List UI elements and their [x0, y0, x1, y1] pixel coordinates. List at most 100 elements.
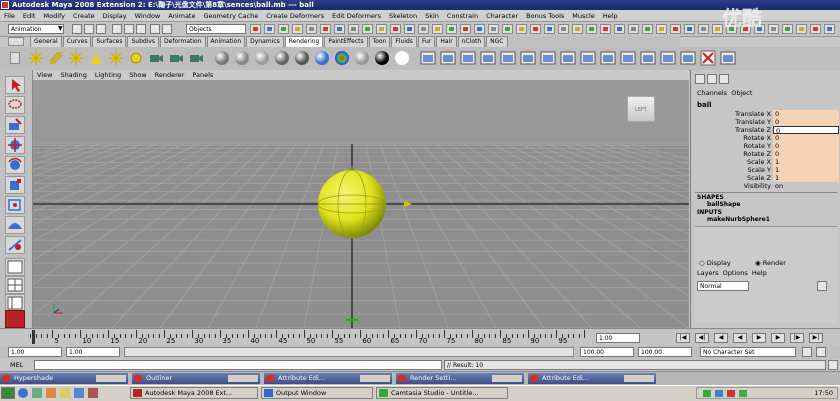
start-time-field[interactable]: 1.00 [8, 347, 62, 357]
status-tool-button-5[interactable] [320, 24, 331, 34]
lasso-tool-icon[interactable] [5, 96, 25, 114]
animation-prefs-button[interactable] [816, 347, 826, 357]
attribute-value[interactable]: 0 [773, 150, 839, 158]
status-tool-button-21[interactable] [544, 24, 555, 34]
shape-node-name[interactable]: ballShape [707, 201, 740, 208]
volume-icon[interactable] [715, 390, 723, 397]
app-icon-2[interactable] [88, 388, 98, 398]
object-menu[interactable]: Object [731, 89, 752, 97]
panel-menu-lighting[interactable]: Lighting [91, 71, 125, 79]
status-tool-button-20[interactable] [530, 24, 541, 34]
status-tool-button-10[interactable] [390, 24, 401, 34]
ipr-render-icon[interactable] [500, 50, 516, 66]
end-time-field[interactable]: 100.00 [638, 347, 692, 357]
camera-aim-icon[interactable] [168, 50, 184, 66]
render-radio[interactable]: ◉ Render [755, 259, 786, 267]
status-tool-button-37[interactable] [768, 24, 779, 34]
hierarchy-mask-button[interactable] [112, 24, 122, 34]
attribute-value[interactable]: 0 [773, 110, 839, 118]
menu-animate[interactable]: Animate [164, 12, 199, 20]
render-settings-icon[interactable] [420, 50, 436, 66]
attribute-row[interactable]: Rotate Z0 [691, 150, 840, 158]
attribute-row[interactable]: Rotate Y0 [691, 142, 840, 150]
shelf-tab-fluids[interactable]: Fluids [391, 36, 417, 47]
new-scene-button[interactable] [72, 24, 82, 34]
shelf-tab-dynamics[interactable]: Dynamics [246, 36, 284, 47]
display-radio[interactable]: ○ Display [699, 259, 731, 267]
lambert-shader-icon[interactable] [214, 50, 230, 66]
phong-shader-icon[interactable] [254, 50, 270, 66]
attribute-value[interactable]: 1 [773, 158, 839, 166]
render-region-icon[interactable] [520, 50, 536, 66]
status-tool-button-18[interactable] [502, 24, 513, 34]
ramp-shader-icon[interactable] [334, 50, 350, 66]
status-tool-button-17[interactable] [488, 24, 499, 34]
status-tool-button-30[interactable] [670, 24, 681, 34]
menu-character[interactable]: Character [482, 12, 522, 20]
surface-shader-icon[interactable] [374, 50, 390, 66]
go-to-end-button[interactable]: ▶| [809, 333, 823, 343]
panel-menu-show[interactable]: Show [125, 71, 151, 79]
shelf-options-icon[interactable] [8, 37, 24, 46]
shelf-tab-toon[interactable]: Toon [368, 36, 391, 47]
render-layer-icon[interactable] [620, 50, 636, 66]
mel-label[interactable]: MEL [10, 361, 23, 369]
open-scene-button[interactable] [84, 24, 94, 34]
shelf-tab-deformation[interactable]: Deformation [160, 36, 206, 47]
shelf-tab-rendering[interactable]: Rendering [284, 36, 324, 47]
menu-geometry-cache[interactable]: Geometry Cache [200, 12, 263, 20]
status-tool-button-4[interactable] [306, 24, 317, 34]
rotate-tool-icon[interactable] [5, 156, 25, 174]
status-tool-button-8[interactable] [362, 24, 373, 34]
paint-effects-icon[interactable] [660, 50, 676, 66]
media-icon[interactable] [46, 388, 56, 398]
menu-skin[interactable]: Skin [421, 12, 443, 20]
shelf-tab-ncloth[interactable]: nCloth [457, 36, 486, 47]
attribute-row[interactable]: Translate X0 [691, 110, 840, 118]
play-backwards-button[interactable]: ◀ [733, 333, 747, 343]
help-menu-item[interactable]: Help [752, 269, 767, 277]
attribute-row[interactable]: Scale Z1 [691, 174, 840, 182]
command-input[interactable] [34, 360, 442, 370]
save-scene-button[interactable] [96, 24, 106, 34]
attribute-row[interactable]: Rotate X0 [691, 134, 840, 142]
step-forward-frame-button[interactable]: ▶ [771, 333, 785, 343]
status-tool-button-25[interactable] [600, 24, 611, 34]
panel-menu-view[interactable]: View [33, 71, 56, 79]
menu-file[interactable]: File [0, 12, 19, 20]
select-tool-icon[interactable] [5, 76, 25, 94]
show-layer-editor-button[interactable] [707, 74, 717, 84]
make-paintable-icon[interactable] [680, 50, 696, 66]
window-controls[interactable] [228, 375, 258, 382]
light-linking-icon[interactable] [580, 50, 596, 66]
playback-start-field[interactable]: 1.00 [66, 347, 120, 357]
move-tool-icon[interactable] [5, 136, 25, 154]
current-frame-field[interactable]: 1.00 [596, 333, 640, 343]
clock[interactable]: 17:50 [814, 389, 833, 397]
batch-render-icon[interactable] [540, 50, 556, 66]
attribute-row[interactable]: Scale Y1 [691, 166, 840, 174]
go-to-start-button[interactable]: |◀ [676, 333, 690, 343]
status-tool-button-15[interactable] [460, 24, 471, 34]
attribute-row[interactable]: Translate Y0 [691, 118, 840, 126]
minimized-window[interactable]: Attribute Edi... [264, 373, 392, 384]
mask-button[interactable] [150, 24, 160, 34]
input-node-name[interactable]: makeNurbSphere1 [707, 216, 770, 223]
attribute-row[interactable]: Translate Z0 [691, 126, 840, 135]
use-background-icon[interactable] [394, 50, 410, 66]
shelf-tab-hair[interactable]: Hair [436, 36, 457, 47]
playback-end-field[interactable]: 100.00 [580, 347, 634, 357]
play-forwards-button[interactable]: ▶ [752, 333, 766, 343]
status-tool-button-28[interactable] [642, 24, 653, 34]
status-tool-button-19[interactable] [516, 24, 527, 34]
network-icon[interactable] [703, 390, 711, 397]
window-controls[interactable] [96, 375, 126, 382]
options-menu-item[interactable]: Options [723, 269, 748, 277]
menu-edit-deformers[interactable]: Edit Deformers [328, 12, 385, 20]
time-slider[interactable]: 5 10 15 20 25 30 35 40 45 50 55 60 65 70 75 80 85 90 95 1.… [0, 328, 840, 347]
status-tool-button-22[interactable] [558, 24, 569, 34]
menu-window[interactable]: Window [131, 12, 165, 20]
status-tool-button-31[interactable] [684, 24, 695, 34]
app-icon[interactable] [74, 388, 84, 398]
menu-modify[interactable]: Modify [39, 12, 69, 20]
